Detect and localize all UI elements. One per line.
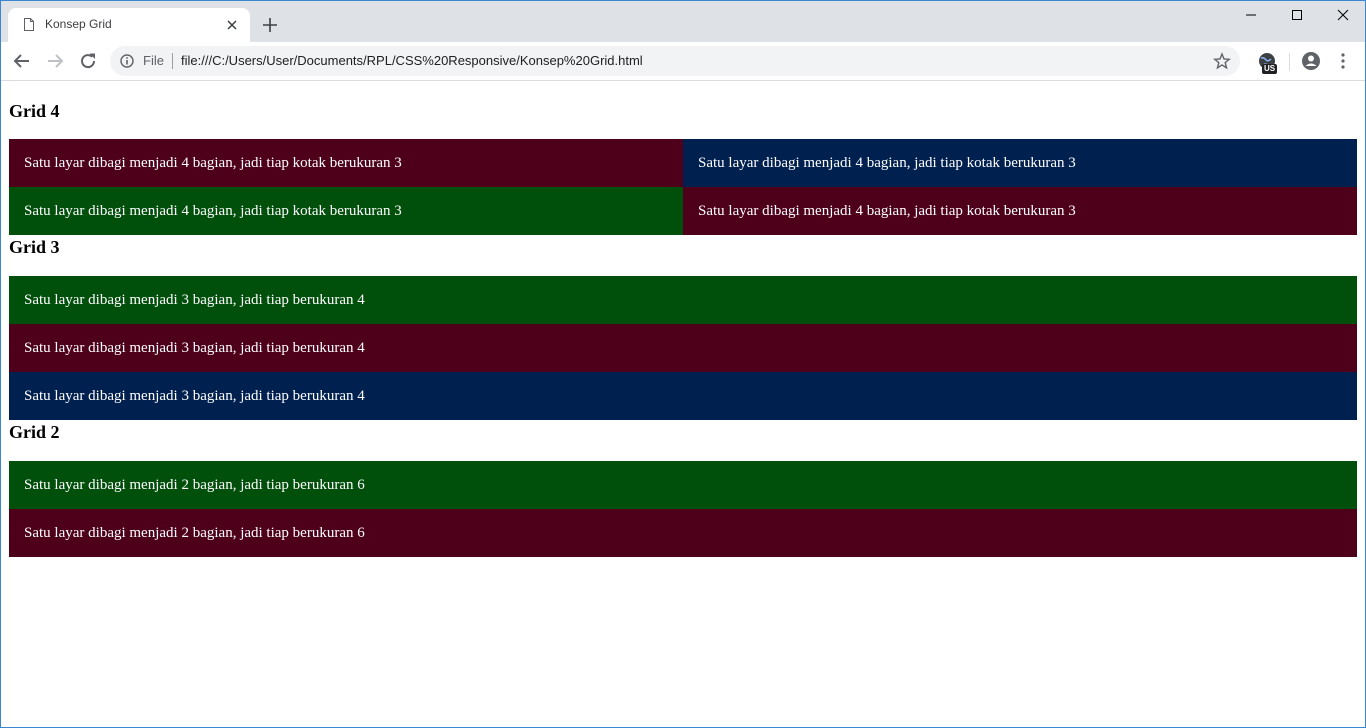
grid4-section: Satu layar dibagi menjadi 4 bagian, jadi… — [9, 139, 1357, 235]
close-tab-icon[interactable] — [223, 16, 241, 34]
url-text[interactable]: file:///C:/Users/User/Documents/RPL/CSS%… — [181, 53, 643, 68]
grid4-heading: Grid 4 — [9, 101, 60, 121]
grid4-cell: Satu layar dibagi menjadi 4 bagian, jadi… — [9, 139, 683, 187]
grid4-cell: Satu layar dibagi menjadi 4 bagian, jadi… — [9, 187, 683, 235]
grid2-section: Satu layar dibagi menjadi 2 bagian, jadi… — [9, 461, 1357, 557]
grid4-row-2: Satu layar dibagi menjadi 4 bagian, jadi… — [9, 187, 1357, 235]
toolbar-divider — [1289, 53, 1290, 71]
back-arrow-icon[interactable] — [11, 50, 33, 72]
grid3-cell: Satu layar dibagi menjadi 3 bagian, jadi… — [9, 276, 1357, 324]
grid2-heading: Grid 2 — [9, 422, 60, 442]
grid3-cell: Satu layar dibagi menjadi 3 bagian, jadi… — [9, 324, 1357, 372]
grid3-heading: Grid 3 — [9, 237, 60, 257]
grid2-cell: Satu layar dibagi menjadi 2 bagian, jadi… — [9, 509, 1357, 557]
grid2-cell: Satu layar dibagi menjadi 2 bagian, jadi… — [9, 461, 1357, 509]
address-bar[interactable]: File file:///C:/Users/User/Documents/RPL… — [110, 46, 1240, 76]
profile-avatar-icon[interactable] — [1300, 50, 1322, 72]
divider — [172, 53, 173, 69]
grid4-cell: Satu layar dibagi menjadi 4 bagian, jadi… — [683, 139, 1357, 187]
info-icon[interactable] — [120, 54, 134, 68]
tab-konsep-grid[interactable]: Konsep Grid — [8, 8, 250, 42]
minimize-icon — [1246, 14, 1256, 16]
tab-title: Konsep Grid — [45, 17, 112, 31]
extension-badge: US — [1262, 64, 1278, 74]
more-menu-icon[interactable] — [1333, 51, 1353, 71]
page-icon — [24, 18, 34, 31]
reload-icon[interactable] — [77, 50, 99, 72]
browser-toolbar: File file:///C:/Users/User/Documents/RPL… — [0, 42, 1366, 81]
grid3-section: Satu layar dibagi menjadi 3 bagian, jadi… — [9, 276, 1357, 420]
minimize-button[interactable] — [1228, 0, 1274, 30]
tab-strip: Konsep Grid — [0, 0, 1366, 42]
maximize-button[interactable] — [1274, 0, 1320, 30]
grid3-cell: Satu layar dibagi menjadi 3 bagian, jadi… — [9, 372, 1357, 420]
grid4-cell: Satu layar dibagi menjadi 4 bagian, jadi… — [683, 187, 1357, 235]
grid4-row-1: Satu layar dibagi menjadi 4 bagian, jadi… — [9, 139, 1357, 187]
new-tab-icon[interactable] — [260, 15, 280, 35]
scheme-label: File — [143, 53, 164, 68]
forward-arrow-icon[interactable] — [44, 50, 66, 72]
bookmark-star-icon[interactable] — [1213, 52, 1231, 70]
close-icon — [1337, 9, 1349, 21]
close-window-button[interactable] — [1320, 0, 1366, 30]
maximize-icon — [1292, 10, 1302, 20]
